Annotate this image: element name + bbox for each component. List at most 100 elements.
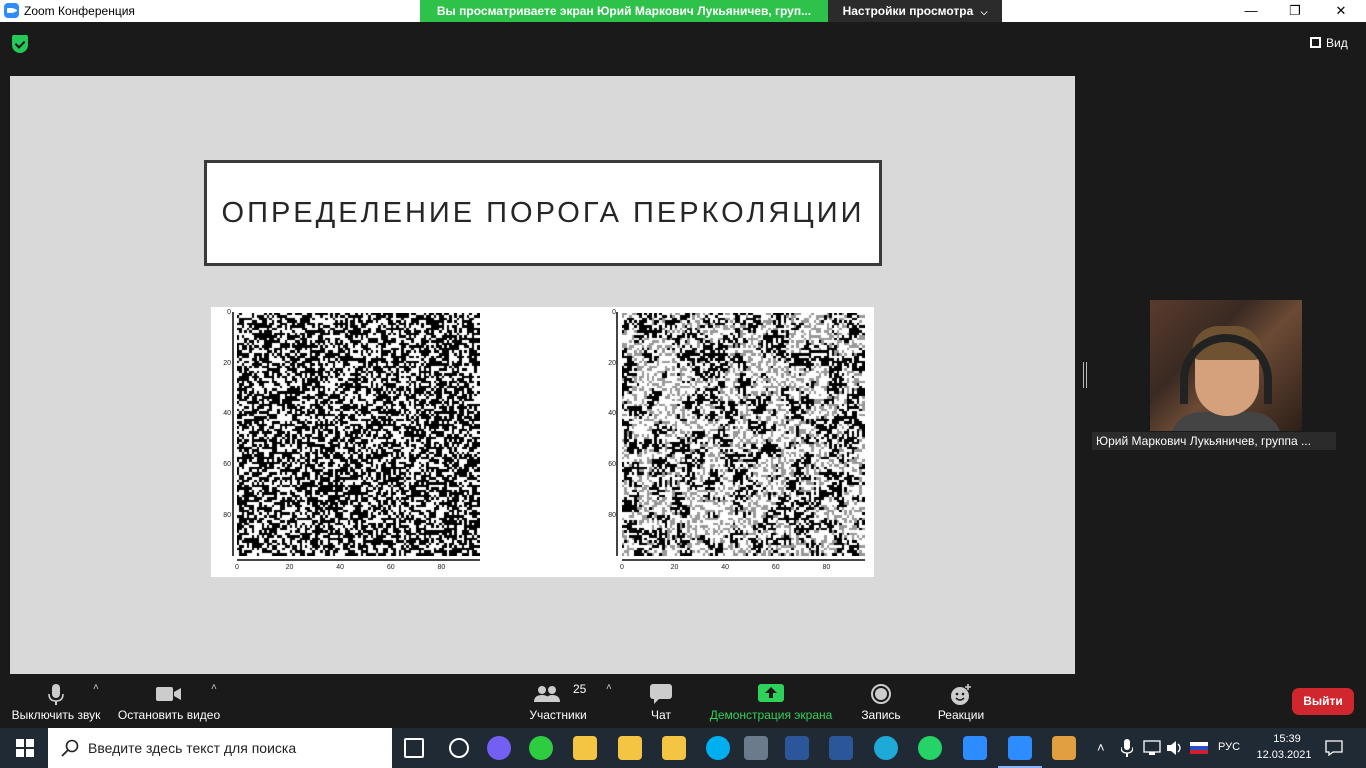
paint-icon[interactable] bbox=[1052, 736, 1076, 760]
maximize-button[interactable]: ❐ bbox=[1272, 0, 1318, 22]
show-hidden-icons-chevron[interactable]: ˄ bbox=[1097, 740, 1105, 755]
stop-video-label: Остановить видео bbox=[117, 708, 221, 722]
window-title: Zoom Конференция bbox=[24, 4, 135, 18]
video-options-caret[interactable]: ˄ bbox=[211, 682, 217, 693]
edge-icon[interactable] bbox=[874, 736, 898, 760]
plot-left-x-axis bbox=[237, 559, 480, 561]
chat-button[interactable]: Чат bbox=[636, 676, 686, 728]
windows-logo-icon bbox=[16, 739, 34, 757]
x-tick-label: 20 bbox=[670, 564, 679, 571]
y-tick-label: 20 bbox=[223, 359, 231, 367]
x-tick-label: 60 bbox=[771, 564, 780, 571]
participants-button[interactable]: 25 Участники bbox=[520, 676, 596, 728]
binary-lattice-plot bbox=[237, 313, 480, 556]
stop-video-button[interactable]: Остановить видео bbox=[116, 676, 222, 728]
grid-view-icon bbox=[1310, 37, 1321, 48]
meeting-area: Вид ОПРЕДЕЛЕНИЕ ПОРОГА ПЕРКОЛЯЦИИ 0 20 40 6… bbox=[0, 22, 1366, 676]
x-tick-label: 0 bbox=[620, 564, 624, 571]
word-icon-2[interactable] bbox=[829, 736, 853, 760]
smiley-plus-icon bbox=[951, 684, 971, 705]
chevron-down-icon: ⌵ bbox=[980, 7, 988, 17]
share-screen-label: Демонстрация экрана bbox=[709, 708, 833, 722]
participant-name-label: Юрий Маркович Лукьяничев, группа ... bbox=[1092, 432, 1336, 450]
clock-time[interactable]: 15:39 bbox=[1264, 733, 1310, 745]
russian-flag-icon bbox=[1190, 742, 1208, 754]
mute-button[interactable]: Выключить звук bbox=[8, 676, 104, 728]
participant-video[interactable] bbox=[1150, 300, 1302, 431]
search-placeholder: Введите здесь текст для поиска bbox=[88, 740, 297, 756]
folder-icon-2[interactable] bbox=[618, 736, 642, 760]
view-button-label: Вид bbox=[1326, 36, 1348, 50]
task-view-icon[interactable] bbox=[404, 738, 424, 758]
record-icon bbox=[871, 684, 891, 704]
y-tick-label: 60 bbox=[223, 460, 231, 468]
microphone-icon bbox=[48, 684, 64, 705]
clock-date[interactable]: 12.03.2021 bbox=[1252, 749, 1316, 761]
icq-icon[interactable] bbox=[529, 736, 553, 760]
input-language[interactable]: РУС bbox=[1218, 741, 1240, 753]
panel-resize-handle[interactable] bbox=[1083, 362, 1087, 388]
word-icon[interactable] bbox=[785, 736, 809, 760]
participants-icon bbox=[534, 686, 561, 702]
zoom-app-icon bbox=[4, 3, 19, 18]
viber-icon[interactable] bbox=[487, 736, 511, 760]
x-tick-label: 20 bbox=[285, 564, 294, 571]
folder-icon-3[interactable] bbox=[662, 736, 686, 760]
x-tick-label: 60 bbox=[386, 564, 395, 571]
windows-taskbar: Введите здесь текст для поиска ˄ РУС 15:… bbox=[0, 728, 1366, 768]
close-button[interactable]: ✕ bbox=[1318, 0, 1364, 22]
view-button[interactable]: Вид bbox=[1310, 34, 1348, 52]
view-settings-label: Настройки просмотра bbox=[842, 4, 974, 18]
participants-label: Участники bbox=[529, 708, 587, 722]
search-icon bbox=[61, 739, 79, 757]
y-tick-label: 0 bbox=[612, 309, 616, 316]
meeting-toolbar: Выключить звук ˄ Остановить видео ˄ 25 У… bbox=[0, 676, 1366, 728]
tray-microphone-icon[interactable] bbox=[1121, 739, 1133, 757]
zoom-icon[interactable] bbox=[963, 736, 987, 760]
shared-screen: ОПРЕДЕЛЕНИЕ ПОРОГА ПЕРКОЛЯЦИИ 0 20 40 60 80 0… bbox=[10, 76, 1075, 674]
share-screen-button[interactable]: Демонстрация экрана bbox=[706, 676, 836, 728]
y-tick-label: 60 bbox=[608, 460, 616, 468]
audio-options-caret[interactable]: ˄ bbox=[93, 682, 99, 693]
whatsapp-icon[interactable] bbox=[918, 736, 942, 760]
y-tick-label: 20 bbox=[608, 359, 616, 367]
notifications-icon[interactable] bbox=[1325, 740, 1343, 756]
leave-meeting-button[interactable]: Выйти bbox=[1292, 688, 1354, 715]
x-tick-label: 40 bbox=[721, 564, 730, 571]
y-tick-label: 80 bbox=[608, 511, 616, 519]
record-label: Запись bbox=[861, 708, 901, 722]
plot-left-y-axis bbox=[232, 312, 234, 556]
participants-count: 25 bbox=[573, 682, 587, 696]
slide-title-box: ОПРЕДЕЛЕНИЕ ПОРОГА ПЕРКОЛЯЦИИ bbox=[204, 160, 882, 266]
view-settings-button[interactable]: Настройки просмотра ⌵ bbox=[828, 0, 1002, 22]
x-tick-label: 0 bbox=[235, 564, 239, 571]
x-tick-label: 80 bbox=[822, 564, 831, 571]
reactions-button[interactable]: Реакции bbox=[930, 676, 992, 728]
x-tick-label: 40 bbox=[336, 564, 345, 571]
screen-share-banner: Вы просматриваете экран Юрий Маркович Лу… bbox=[420, 0, 828, 22]
folder-icon[interactable] bbox=[573, 736, 597, 760]
cluster-lattice-plot bbox=[622, 313, 865, 556]
y-tick-label: 40 bbox=[608, 410, 616, 418]
mute-label: Выключить звук bbox=[11, 708, 101, 722]
taskbar-search-box[interactable]: Введите здесь текст для поиска bbox=[48, 728, 392, 768]
participants-options-caret[interactable]: ˄ bbox=[606, 682, 612, 693]
calculator-icon[interactable] bbox=[744, 736, 768, 760]
zoom-meeting-icon[interactable] bbox=[1008, 736, 1032, 760]
start-button[interactable] bbox=[0, 728, 48, 768]
chat-bubble-icon bbox=[650, 684, 672, 704]
security-shield-icon[interactable] bbox=[12, 35, 28, 53]
slide-image: 0 20 40 60 80 0 20 40 60 80 0 20 40 60 80 0 20 40 60 80 bbox=[211, 307, 874, 577]
settings-gear-icon[interactable] bbox=[449, 738, 469, 758]
y-tick-label: 40 bbox=[223, 410, 231, 418]
y-tick-label: 80 bbox=[223, 511, 231, 519]
minimize-button[interactable]: — bbox=[1228, 0, 1274, 22]
network-icon[interactable] bbox=[1143, 740, 1161, 756]
chat-label: Чат bbox=[651, 708, 671, 722]
record-button[interactable]: Запись bbox=[853, 676, 909, 728]
skype-icon[interactable] bbox=[706, 736, 730, 760]
x-tick-label: 80 bbox=[437, 564, 446, 571]
plot-right-y-axis bbox=[616, 312, 618, 556]
volume-icon[interactable] bbox=[1166, 740, 1184, 756]
slide-title: ОПРЕДЕЛЕНИЕ ПОРОГА ПЕРКОЛЯЦИИ bbox=[221, 196, 865, 229]
